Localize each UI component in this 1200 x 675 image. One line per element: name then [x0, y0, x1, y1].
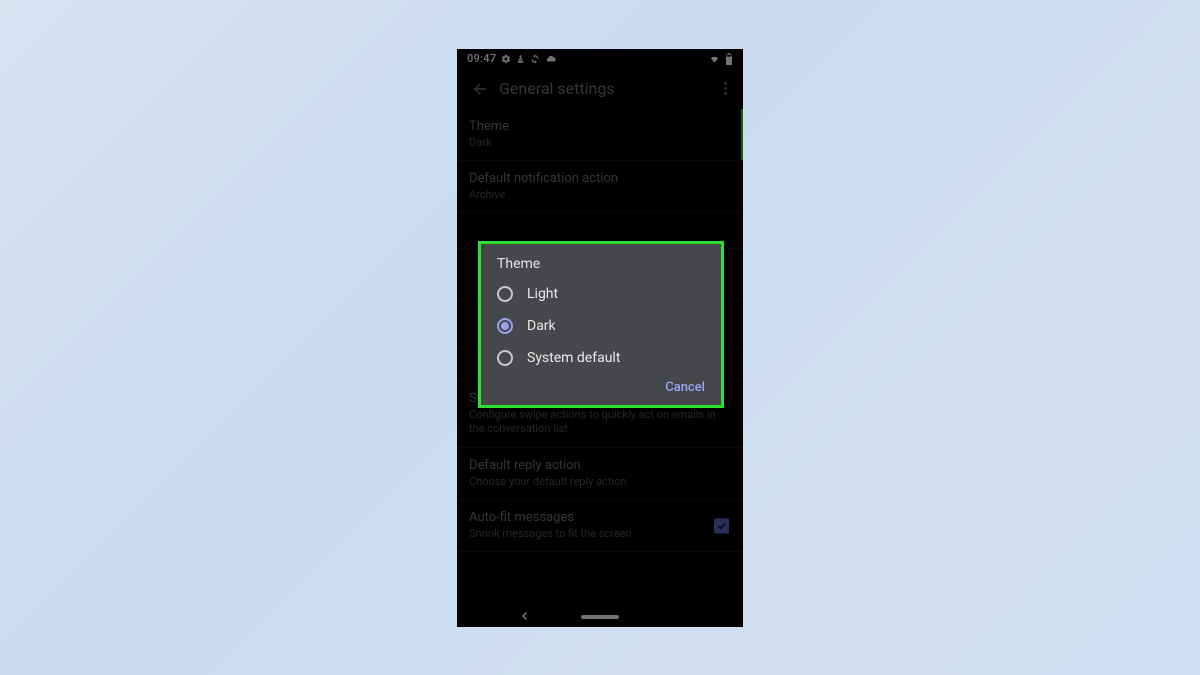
dialog-title: Theme — [481, 254, 721, 278]
option-label: Light — [527, 286, 558, 302]
theme-option-dark[interactable]: Dark — [481, 310, 721, 342]
option-label: System default — [527, 350, 620, 366]
theme-dialog: Theme Light Dark System default Cancel — [481, 244, 721, 405]
theme-option-light[interactable]: Light — [481, 278, 721, 310]
cancel-button[interactable]: Cancel — [665, 380, 705, 395]
theme-option-system[interactable]: System default — [481, 342, 721, 374]
radio-icon — [497, 318, 513, 334]
highlight-box: Theme Light Dark System default Cancel — [478, 241, 724, 408]
phone-frame: 09:47 General settings Theme Dark Defaul… — [457, 49, 743, 627]
option-label: Dark — [527, 318, 556, 334]
radio-icon — [497, 286, 513, 302]
radio-icon — [497, 350, 513, 366]
